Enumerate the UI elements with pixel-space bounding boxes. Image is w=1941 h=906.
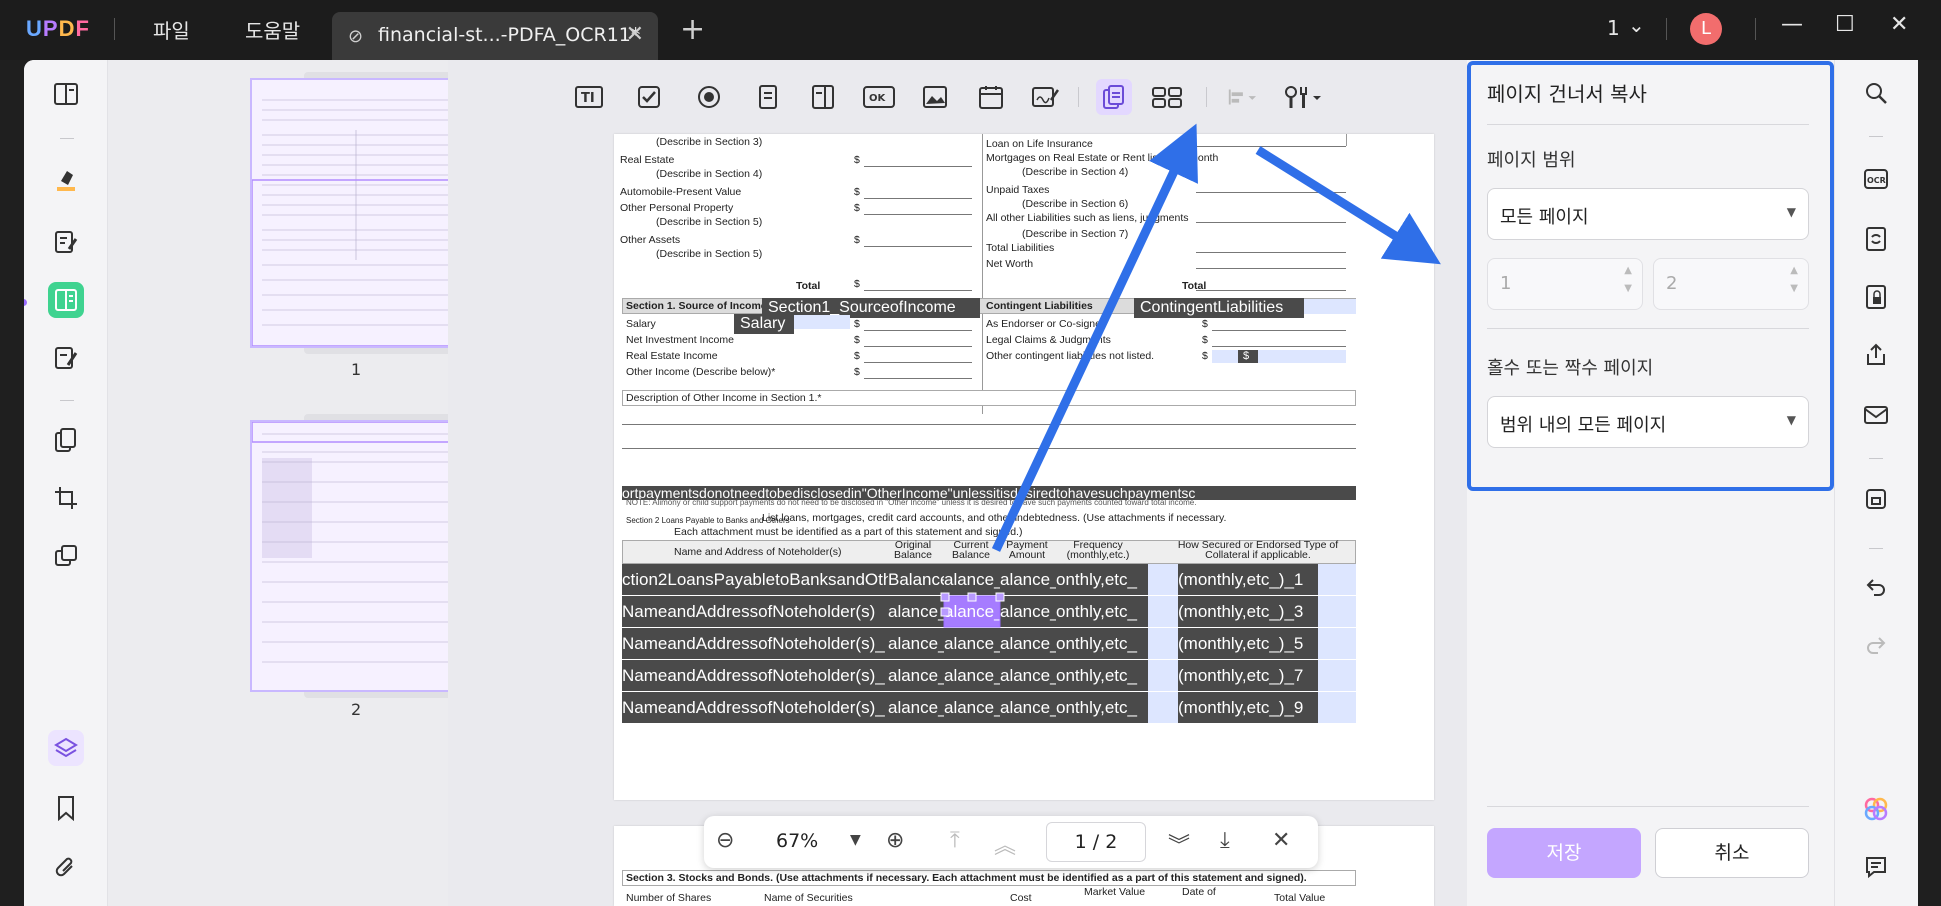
comment-icon[interactable]	[1861, 852, 1891, 882]
form-toolbar: TI OK	[518, 60, 1338, 134]
tools-icon[interactable]	[1282, 82, 1322, 112]
save-button[interactable]: 저장	[1487, 828, 1641, 878]
zoom-level[interactable]: 67%	[776, 830, 818, 852]
section3-title: Section 3. Stocks and Bonds. (Use attach…	[626, 872, 1307, 884]
zoom-out-icon[interactable]: ⊖	[716, 828, 734, 853]
grid-layout-icon[interactable]	[1150, 82, 1184, 112]
copy-across-pages-icon[interactable]	[1096, 79, 1132, 115]
svg-text:TI: TI	[581, 91, 595, 106]
layers-icon[interactable]	[48, 730, 84, 766]
zoom-in-icon[interactable]: ⊕	[886, 828, 904, 853]
divider	[1666, 18, 1667, 40]
sign-icon[interactable]	[48, 340, 84, 376]
selection-handles[interactable]	[614, 134, 1434, 800]
divider	[1869, 458, 1883, 459]
col-header-cost: Cost	[1010, 892, 1032, 904]
menu-file[interactable]: 파일	[153, 15, 190, 44]
maximize-icon[interactable]: ☐	[1835, 12, 1855, 37]
pdf-page-1: (Describe in Section 3) Real Estate (Des…	[614, 134, 1434, 800]
divider	[1869, 548, 1883, 549]
signature-field-icon[interactable]	[1030, 82, 1060, 112]
thumbnail-page-1[interactable]	[250, 78, 462, 348]
text-field-icon[interactable]: TI	[574, 82, 604, 112]
checkbox-icon[interactable]	[634, 82, 664, 112]
document-area: TI OK (Describe in Section 3) Real Estat…	[448, 60, 1468, 906]
last-page-icon[interactable]: ⤓	[1220, 828, 1230, 853]
divider	[1755, 18, 1756, 40]
zoom-bar: ⊖ 67% ▼ ⊕ ⤒ ︽ 1 / 2 ︾ ⤓ ✕	[704, 816, 1318, 868]
right-toolbar: OCR	[1834, 60, 1918, 906]
title-bar: UPDF 파일 도움말 ⊘ financial-st...-PDFA_OCR11…	[0, 0, 1941, 60]
redo-icon[interactable]	[1861, 630, 1891, 660]
search-icon[interactable]	[1861, 78, 1891, 108]
date-field-icon[interactable]	[976, 82, 1006, 112]
undo-icon[interactable]	[1861, 572, 1891, 602]
radio-button-icon[interactable]	[694, 82, 724, 112]
zoom-dropdown-icon[interactable]: ▼	[850, 832, 861, 848]
thumbnail-panel: 1 2	[108, 60, 528, 906]
list-box-icon[interactable]	[808, 82, 838, 112]
email-icon[interactable]	[1861, 400, 1891, 430]
thumbnail-page-2[interactable]	[250, 420, 462, 692]
next-page-icon[interactable]: ︾	[1168, 828, 1190, 860]
combine-icon[interactable]	[48, 538, 84, 574]
share-icon[interactable]	[1861, 340, 1891, 370]
close-tab-icon[interactable]: ✕	[626, 22, 644, 47]
edit-pdf-icon[interactable]	[48, 224, 84, 260]
close-zoombar-icon[interactable]: ✕	[1272, 828, 1290, 853]
divider	[1869, 136, 1883, 137]
image-field-icon[interactable]	[920, 82, 950, 112]
close-window-icon[interactable]: ✕	[1890, 12, 1908, 37]
thumbnail-label-2: 2	[351, 700, 362, 719]
col-header-securities: Name of Securities	[764, 892, 853, 904]
organize-pages-icon[interactable]	[48, 422, 84, 458]
edit-doc-icon: ⊘	[348, 26, 364, 47]
left-toolbar	[24, 60, 108, 906]
cancel-button[interactable]: 취소	[1655, 828, 1809, 878]
menu-help[interactable]: 도움말	[245, 15, 300, 44]
attachment-icon[interactable]	[48, 850, 84, 886]
prev-page-icon[interactable]: ︽	[994, 828, 1016, 860]
chevron-down-icon[interactable]: ⌄	[1628, 13, 1645, 37]
active-indicator	[24, 299, 27, 306]
new-tab-button[interactable]: +	[680, 12, 705, 47]
col-header-total: Total Value	[1274, 892, 1326, 904]
save-icon[interactable]	[1861, 484, 1891, 514]
col-header-market: Market Value	[1084, 886, 1146, 898]
bookmark-icon[interactable]	[48, 790, 84, 826]
ocr-icon[interactable]: OCR	[1861, 164, 1891, 194]
align-icon[interactable]	[1226, 82, 1256, 112]
page-number-input[interactable]: 1 / 2	[1046, 822, 1146, 862]
combo-box-icon[interactable]	[754, 82, 784, 112]
divider	[114, 18, 115, 40]
highlighter-icon[interactable]	[48, 162, 84, 198]
divider	[60, 400, 74, 401]
button-field-icon[interactable]: OK	[862, 82, 896, 112]
convert-icon[interactable]	[1861, 224, 1891, 254]
divider	[60, 138, 74, 139]
divider	[1487, 806, 1809, 807]
ai-assistant-icon[interactable]	[1861, 794, 1891, 824]
svg-text:OCR: OCR	[1867, 176, 1886, 185]
svg-text:OK: OK	[869, 93, 887, 104]
updf-logo: UPDF	[26, 16, 90, 41]
col-header-shares: Number of Shares	[626, 892, 712, 904]
thumbnail-label-1: 1	[351, 360, 362, 379]
protect-icon[interactable]	[1861, 282, 1891, 312]
form-icon[interactable]	[48, 282, 84, 318]
first-page-icon[interactable]: ⤒	[950, 828, 960, 853]
reader-icon[interactable]	[48, 76, 84, 112]
divider	[1206, 87, 1207, 107]
divider	[1078, 87, 1079, 107]
tab-title: financial-st...-PDFA_OCR11*	[378, 24, 641, 46]
minimize-icon[interactable]: —	[1781, 12, 1803, 37]
col-header-date: Date of	[1182, 886, 1216, 898]
crop-icon[interactable]	[48, 480, 84, 516]
document-tab[interactable]: ⊘ financial-st...-PDFA_OCR11* ✕	[332, 12, 658, 60]
panel-highlight-frame	[1467, 61, 1834, 491]
window-count[interactable]: 1	[1607, 16, 1620, 40]
avatar[interactable]: L	[1690, 13, 1722, 45]
